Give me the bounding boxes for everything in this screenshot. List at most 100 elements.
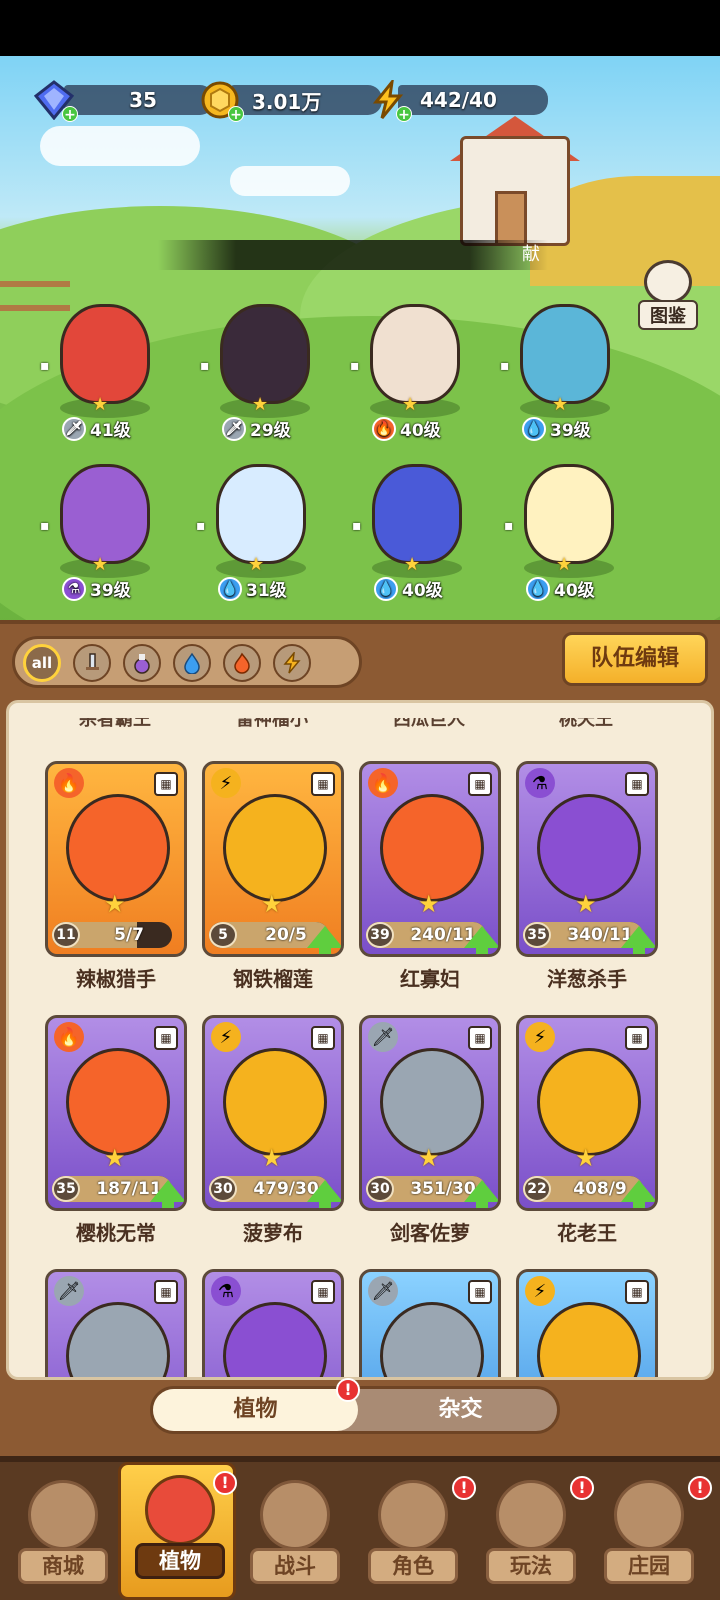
hero-unit[interactable]: ▪ ★ 💧 31级 bbox=[196, 458, 326, 608]
element-filter-track: all bbox=[12, 636, 362, 688]
hero-portrait bbox=[372, 464, 462, 564]
formation-size-icon: ▦ bbox=[625, 772, 649, 796]
plant-name: 杀者霸王 bbox=[79, 709, 151, 730]
nav-item[interactable]: 战斗 bbox=[236, 1470, 354, 1600]
star-icon: ★ bbox=[261, 890, 283, 918]
energy-counter[interactable]: + 442/40 bbox=[368, 76, 548, 123]
plant-card[interactable]: 🔥 ▦ ★ 240/11 39 bbox=[359, 761, 501, 957]
upgrade-arrow-stem bbox=[162, 1198, 174, 1208]
plant-name: 辣椒猎手 bbox=[76, 967, 156, 991]
add-energy-icon[interactable]: + bbox=[396, 106, 412, 123]
tab-plants[interactable]: 植物 bbox=[153, 1389, 358, 1431]
star-icon: ★ bbox=[248, 554, 265, 575]
plants-alert-icon: ! bbox=[336, 1378, 360, 1402]
gem-counter[interactable]: + 35 bbox=[33, 78, 214, 123]
nav-icon bbox=[28, 1480, 98, 1550]
upgrade-arrow-stem bbox=[476, 944, 488, 954]
nav-item[interactable]: 植物 ! bbox=[118, 1462, 237, 1600]
plant-card[interactable]: ⚡ ▦ bbox=[516, 1269, 658, 1377]
tab-hybrid[interactable]: 杂交 bbox=[358, 1389, 563, 1431]
plant-portrait bbox=[380, 794, 484, 902]
plant-level: 5 bbox=[209, 922, 237, 948]
plant-card[interactable]: 🗡 ▦ bbox=[359, 1269, 501, 1377]
plant-card[interactable]: ⚗ ▦ bbox=[202, 1269, 344, 1377]
add-coins-icon[interactable]: + bbox=[228, 106, 244, 123]
nav-icon bbox=[378, 1480, 448, 1550]
nav-label: 角色 bbox=[368, 1548, 458, 1584]
plant-portrait bbox=[66, 794, 170, 902]
hero-unit[interactable]: ▪ ★ 🗡 41级 bbox=[40, 298, 170, 448]
lightning-icon: ⚡ bbox=[211, 768, 241, 798]
hero-unit[interactable]: ▪ ★ 💧 40级 bbox=[504, 458, 634, 608]
hero-level-text: 40级 bbox=[402, 581, 443, 601]
team-edit-button[interactable]: 队伍编辑 bbox=[562, 632, 708, 686]
nav-item[interactable]: 角色 ! bbox=[354, 1470, 476, 1600]
plant-card[interactable]: 🗡 ▦ ★ 351/30 30 bbox=[359, 1015, 501, 1211]
coin-icon: + bbox=[200, 80, 244, 123]
upgrade-arrow-stem bbox=[633, 1198, 645, 1208]
plant-name: 红寡妇 bbox=[400, 967, 460, 991]
plant-card[interactable]: ⚡ ▦ ★ 479/30 30 bbox=[202, 1015, 344, 1211]
filter-sword-button[interactable] bbox=[73, 644, 111, 682]
plant-portrait bbox=[537, 1048, 641, 1156]
plant-card[interactable]: ⚡ ▦ ★ 408/9 22 bbox=[516, 1015, 658, 1211]
plant-portrait bbox=[380, 1048, 484, 1156]
hero-level: ⚗ 39级 bbox=[62, 576, 131, 601]
plant-level: 35 bbox=[52, 1176, 80, 1202]
star-icon: ★ bbox=[556, 554, 573, 575]
filter-lightning-button[interactable] bbox=[273, 644, 311, 682]
filter-all-button[interactable]: all bbox=[23, 644, 61, 682]
plant-card-grid[interactable]: 杀者霸王 雷神榴小 西瓜巨人 桃天王 🔥 ▦ ★ 5/7 11 辣椒猎手 ⚡ ▦ ★ 2… bbox=[6, 700, 714, 1380]
status-bar-area bbox=[0, 0, 720, 56]
plant-portrait bbox=[223, 1048, 327, 1156]
plant-card[interactable]: 🔥 ▦ ★ 5/7 11 bbox=[45, 761, 187, 957]
filter-fire-button[interactable] bbox=[223, 644, 261, 682]
plant-portrait bbox=[66, 1302, 170, 1377]
hero-unit[interactable]: ▪ ★ 💧 39级 bbox=[500, 298, 630, 448]
nav-item[interactable]: 商城 bbox=[4, 1470, 122, 1600]
star-icon: ★ bbox=[575, 1144, 597, 1172]
alert-icon: ! bbox=[688, 1476, 712, 1500]
slot-marker-icon: ▪ bbox=[352, 518, 362, 534]
hero-unit[interactable]: ▪ ★ 💧 40级 bbox=[352, 458, 482, 608]
gem-value: 35 bbox=[64, 85, 214, 115]
nav-item[interactable]: 玩法 ! bbox=[472, 1470, 594, 1600]
filter-water-button[interactable] bbox=[173, 644, 211, 682]
filter-potion-button[interactable] bbox=[123, 644, 161, 682]
hero-level-text: 31级 bbox=[246, 581, 287, 601]
formation-size-icon: ▦ bbox=[468, 1280, 492, 1304]
sword-icon: 🗡 bbox=[62, 416, 86, 441]
nav-label: 商城 bbox=[18, 1548, 108, 1584]
water-drop-icon bbox=[184, 652, 200, 674]
coin-counter[interactable]: + 3.01万 bbox=[200, 78, 382, 123]
codex-label: 图鉴 bbox=[638, 300, 698, 330]
hero-level-text: 40级 bbox=[554, 581, 595, 601]
nav-item[interactable]: 庄园 ! bbox=[590, 1470, 712, 1600]
formation-size-icon: ▦ bbox=[625, 1280, 649, 1304]
nav-label: 玩法 bbox=[486, 1548, 576, 1584]
water-icon: 💧 bbox=[218, 576, 242, 601]
plant-portrait bbox=[537, 794, 641, 902]
star-icon: ★ bbox=[404, 554, 421, 575]
star-icon: ★ bbox=[92, 554, 109, 575]
hero-level: 🔥 40级 bbox=[372, 416, 441, 441]
add-gems-icon[interactable]: + bbox=[62, 106, 78, 123]
plant-card[interactable]: ⚡ ▦ ★ 20/5 5 bbox=[202, 761, 344, 957]
hero-portrait bbox=[60, 464, 150, 564]
plant-name: 钢铁榴莲 bbox=[233, 967, 313, 991]
plant-card[interactable]: 🗡 ▦ bbox=[45, 1269, 187, 1377]
hero-unit[interactable]: ▪ ★ 🔥 40级 bbox=[350, 298, 480, 448]
hero-level: 💧 40级 bbox=[374, 576, 443, 601]
filter-bar: all 队伍编辑 bbox=[0, 620, 720, 702]
coin-value: 3.01万 bbox=[230, 85, 382, 115]
plant-level: 39 bbox=[366, 922, 394, 948]
codex-button[interactable]: 图鉴 bbox=[638, 260, 698, 330]
star-icon: ★ bbox=[418, 1144, 440, 1172]
cloud bbox=[40, 126, 200, 166]
hero-portrait bbox=[520, 304, 610, 404]
plant-card[interactable]: ⚗ ▦ ★ 340/11 35 bbox=[516, 761, 658, 957]
plant-card[interactable]: 🔥 ▦ ★ 187/11 35 bbox=[45, 1015, 187, 1211]
slot-marker-icon: ▪ bbox=[504, 518, 514, 534]
hero-unit[interactable]: ▪ ★ ⚗ 39级 bbox=[40, 458, 170, 608]
hero-unit[interactable]: ▪ ★ 🗡 29级 bbox=[200, 298, 330, 448]
